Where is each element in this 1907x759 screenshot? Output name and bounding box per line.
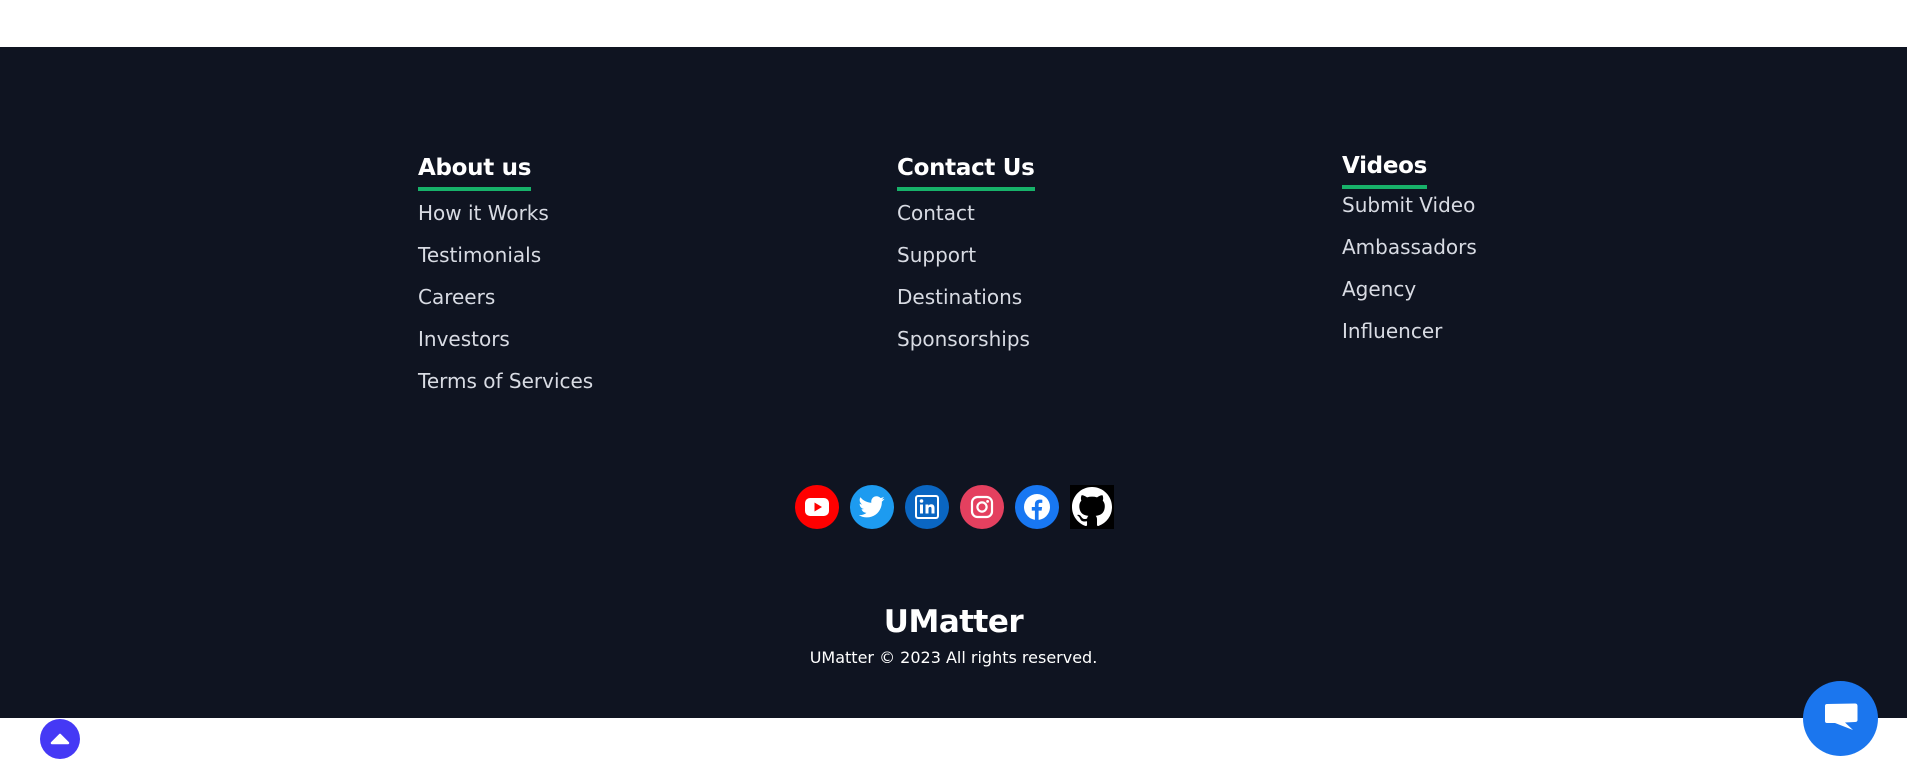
link-terms-of-services[interactable]: Terms of Services (418, 368, 593, 394)
copyright-text: UMatter © 2023 All rights reserved. (809, 648, 1098, 667)
footer-column-about: About us How it Works Testimonials Caree… (418, 154, 593, 410)
link-contact[interactable]: Contact (897, 200, 975, 226)
footer-heading-contact: Contact Us (897, 154, 1035, 191)
chat-button[interactable] (1803, 681, 1878, 756)
link-submit-video[interactable]: Submit Video (1342, 192, 1475, 218)
videos-links: Submit Video Ambassadors Agency Influenc… (1342, 192, 1477, 360)
link-ambassadors[interactable]: Ambassadors (1342, 234, 1477, 260)
link-agency[interactable]: Agency (1342, 276, 1416, 302)
chat-bubble-icon (1822, 702, 1860, 736)
footer-column-videos: Videos Submit Video Ambassadors Agency I… (1342, 152, 1477, 360)
link-destinations[interactable]: Destinations (897, 284, 1022, 310)
link-how-it-works[interactable]: How it Works (418, 200, 549, 226)
about-links: How it Works Testimonials Careers Invest… (418, 200, 593, 410)
link-careers[interactable]: Careers (418, 284, 495, 310)
chevron-up-icon (50, 730, 70, 749)
footer-heading-videos: Videos (1342, 152, 1427, 189)
scroll-to-top-button[interactable] (40, 719, 80, 759)
footer-brand: UMatter (883, 604, 1024, 640)
facebook-icon[interactable] (1015, 485, 1059, 529)
instagram-icon[interactable] (960, 485, 1004, 529)
link-investors[interactable]: Investors (418, 326, 510, 352)
link-testimonials[interactable]: Testimonials (418, 242, 541, 268)
linkedin-icon[interactable] (905, 485, 949, 529)
twitter-icon[interactable] (850, 485, 894, 529)
footer-heading-about: About us (418, 154, 531, 191)
contact-links: Contact Support Destinations Sponsorship… (897, 200, 1035, 368)
link-support[interactable]: Support (897, 242, 976, 268)
youtube-icon[interactable] (795, 485, 839, 529)
link-sponsorships[interactable]: Sponsorships (897, 326, 1030, 352)
social-links (795, 485, 1114, 529)
github-icon[interactable] (1070, 485, 1114, 529)
footer-column-contact: Contact Us Contact Support Destinations … (897, 154, 1035, 368)
link-influencer[interactable]: Influencer (1342, 318, 1442, 344)
site-footer: About us How it Works Testimonials Caree… (0, 47, 1907, 759)
top-page-area (0, 0, 1907, 47)
